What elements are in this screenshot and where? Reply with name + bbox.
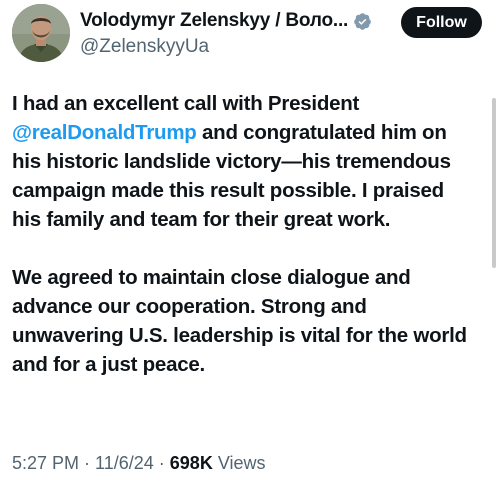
avatar[interactable] — [12, 4, 70, 62]
mention-link[interactable]: @realDonaldTrump — [12, 121, 197, 144]
meta-separator: · — [153, 453, 170, 473]
avatar-image — [12, 4, 70, 62]
tweet-date[interactable]: 11/6/24 — [95, 453, 154, 473]
tweet-text-segment: I had an excellent call with President — [12, 92, 360, 115]
tweet-paragraph-1: I had an excellent call with President @… — [12, 89, 474, 234]
scrollbar[interactable] — [492, 98, 496, 268]
verified-badge-icon[interactable] — [353, 12, 372, 31]
meta-separator: · — [79, 453, 96, 473]
views-count: 698K — [169, 453, 213, 473]
author-display-name[interactable]: Volodymyr Zelenskyy / Воло... — [80, 10, 348, 32]
tweet-paragraph-2: We agreed to maintain close dialogue and… — [12, 266, 467, 376]
name-row: Volodymyr Zelenskyy / Воло... — [80, 9, 390, 33]
follow-button[interactable]: Follow — [401, 7, 482, 38]
tweet-text: I had an excellent call with President @… — [12, 89, 474, 379]
views-label: Views — [212, 453, 266, 473]
tweet-card: Volodymyr Zelenskyy / Воло... @Zelenskyy… — [0, 0, 500, 486]
tweet-time[interactable]: 5:27 PM — [12, 453, 79, 473]
author-info: Volodymyr Zelenskyy / Воло... @Zelenskyy… — [80, 9, 390, 59]
author-handle[interactable]: @ZelenskyyUa — [80, 35, 390, 59]
tweet-meta: 5:27 PM · 11/6/24 · 698K Views — [12, 451, 266, 475]
